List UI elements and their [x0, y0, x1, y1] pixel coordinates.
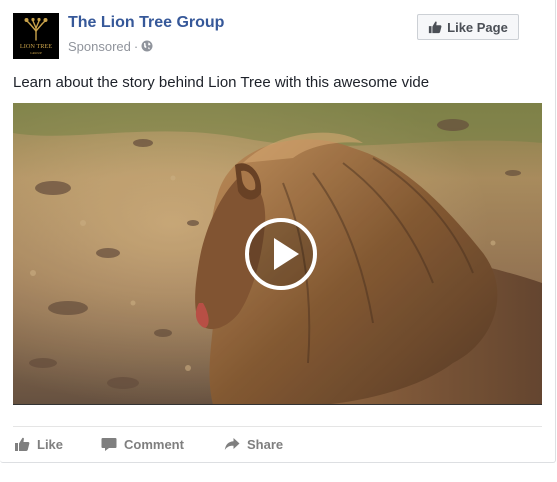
- page-avatar[interactable]: LION TREE GROUP: [13, 13, 59, 59]
- sponsored-label[interactable]: Sponsored: [68, 39, 131, 54]
- thumbs-up-icon: [15, 437, 30, 451]
- post-meta: Sponsored ·: [68, 38, 153, 54]
- sponsored-post-card: LION TREE GROUP The Lion Tree Group Spon…: [0, 0, 556, 463]
- comment-icon: [101, 438, 117, 451]
- meta-separator: ·: [133, 38, 139, 54]
- play-icon[interactable]: [245, 218, 317, 290]
- actions-divider: [13, 426, 542, 427]
- play-triangle: [274, 238, 299, 270]
- comment-button[interactable]: Comment: [101, 434, 184, 454]
- page-name-link[interactable]: The Lion Tree Group: [68, 14, 224, 32]
- share-icon: [224, 438, 240, 450]
- like-page-button[interactable]: Like Page: [417, 14, 519, 40]
- share-label: Share: [247, 436, 284, 452]
- logo-text: LION TREE: [20, 43, 52, 50]
- video-player[interactable]: [13, 103, 542, 405]
- globe-icon: [141, 40, 153, 52]
- logo-subtext: GROUP: [30, 51, 42, 55]
- post-text: Learn about the story behind Lion Tree w…: [13, 74, 430, 91]
- thumbs-up-icon: [429, 21, 442, 34]
- lion-tree-logo: LION TREE GROUP: [13, 13, 59, 59]
- comment-label: Comment: [124, 436, 184, 452]
- like-page-label: Like Page: [447, 19, 508, 35]
- like-button[interactable]: Like: [14, 434, 63, 454]
- share-button[interactable]: Share: [224, 434, 283, 454]
- like-label: Like: [37, 436, 64, 452]
